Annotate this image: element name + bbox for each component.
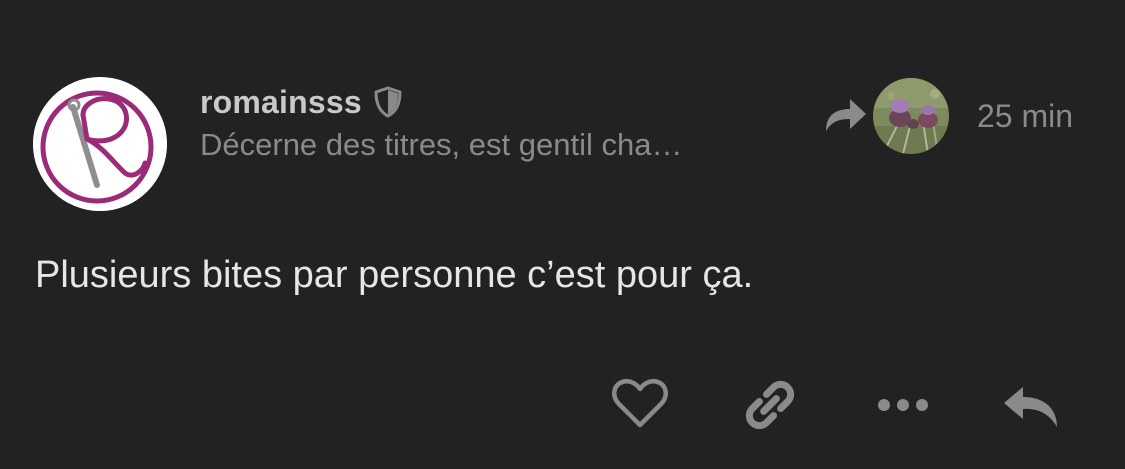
user-row: romainsss xyxy=(200,82,820,122)
author-avatar[interactable] xyxy=(33,77,167,211)
thistle-image xyxy=(873,78,949,154)
post: romainsss Décerne des titres, est gentil… xyxy=(0,0,1125,469)
link-icon xyxy=(745,380,795,430)
shield-icon xyxy=(372,86,404,118)
reply-to-avatar[interactable] xyxy=(873,78,949,154)
copy-link-button[interactable] xyxy=(741,376,799,434)
reply-icon xyxy=(1004,387,1057,427)
username-link[interactable]: romainsss xyxy=(200,84,362,121)
share-arrow-icon xyxy=(822,93,868,135)
more-options-button[interactable] xyxy=(876,395,930,415)
author-avatar-logo xyxy=(33,77,167,211)
post-time[interactable]: 25 min xyxy=(977,98,1073,135)
reply-button[interactable] xyxy=(1001,384,1061,430)
heart-icon xyxy=(612,379,668,428)
ellipsis-icon xyxy=(878,399,928,411)
like-button[interactable] xyxy=(611,378,669,430)
post-header: romainsss Décerne des titres, est gentil… xyxy=(200,82,820,163)
post-content: Plusieurs bites par personne c’est pour … xyxy=(35,254,754,296)
user-title: Décerne des titres, est gentil cha… xyxy=(200,127,683,162)
